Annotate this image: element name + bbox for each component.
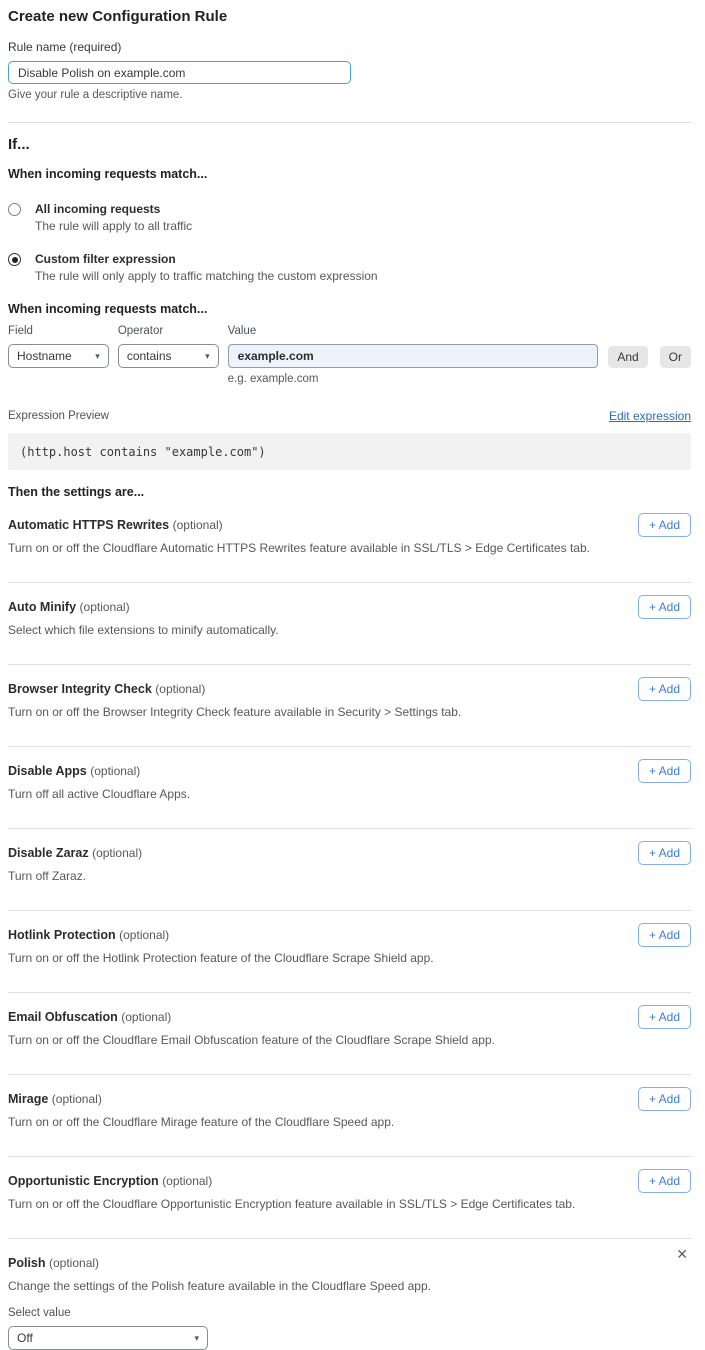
setting-description: Turn on or off the Cloudflare Mirage fea… <box>8 1115 691 1129</box>
add-setting-button[interactable]: + Add <box>638 923 691 947</box>
rule-name-help: Give your rule a descriptive name. <box>8 89 691 101</box>
operator-select-value: contains <box>127 349 172 363</box>
polish-select-value: Off <box>17 1331 33 1345</box>
or-button[interactable]: Or <box>660 346 691 368</box>
setting-description: Change the settings of the Polish featur… <box>8 1279 691 1293</box>
add-setting-button[interactable]: + Add <box>638 1005 691 1029</box>
operator-label: Operator <box>118 325 219 337</box>
setting-optional-label: (optional) <box>173 518 223 532</box>
rule-name-label: Rule name (required) <box>8 40 691 54</box>
add-setting-button[interactable]: + Add <box>638 1087 691 1111</box>
radio-all-incoming-requests[interactable]: All incoming requests The rule will appl… <box>8 202 691 233</box>
setting-title: Disable Zaraz <box>8 846 89 860</box>
radio-custom-filter-expression[interactable]: Custom filter expression The rule will o… <box>8 252 691 283</box>
setting-description: Turn on or off the Cloudflare Email Obfu… <box>8 1033 691 1047</box>
add-setting-button[interactable]: + Add <box>638 841 691 865</box>
setting-section: Email Obfuscation (optional) Turn on or … <box>8 993 691 1075</box>
value-input[interactable] <box>228 344 599 368</box>
add-setting-button[interactable]: + Add <box>638 1169 691 1193</box>
setting-optional-label: (optional) <box>119 928 169 942</box>
field-label: Field <box>8 325 109 337</box>
radio-description: The rule will apply to all traffic <box>35 219 192 233</box>
add-setting-button[interactable]: + Add <box>638 513 691 537</box>
field-select-value: Hostname <box>17 349 72 363</box>
setting-title: Automatic HTTPS Rewrites <box>8 518 169 532</box>
page-title: Create new Configuration Rule <box>8 8 691 25</box>
setting-title: Disable Apps <box>8 764 87 778</box>
setting-section: Opportunistic Encryption (optional) Turn… <box>8 1157 691 1239</box>
setting-optional-label: (optional) <box>162 1174 212 1188</box>
add-setting-button[interactable]: + Add <box>638 595 691 619</box>
setting-description: Turn on or off the Cloudflare Automatic … <box>8 541 691 555</box>
setting-title: Mirage <box>8 1092 48 1106</box>
setting-title: Opportunistic Encryption <box>8 1174 159 1188</box>
setting-title: Auto Minify <box>8 600 76 614</box>
setting-optional-label: (optional) <box>90 764 140 778</box>
match-heading: When incoming requests match... <box>8 167 691 181</box>
radio-label: Custom filter expression <box>35 252 378 266</box>
radio-label: All incoming requests <box>35 202 192 216</box>
setting-description: Select which file extensions to minify a… <box>8 623 691 637</box>
add-setting-button[interactable]: + Add <box>638 677 691 701</box>
setting-description: Turn on or off the Cloudflare Opportunis… <box>8 1197 691 1211</box>
request-match-radio-group: All incoming requests The rule will appl… <box>8 202 691 283</box>
setting-section-polish: ✕ Polish (optional) Change the settings … <box>8 1239 691 1350</box>
setting-section: Hotlink Protection (optional) Turn on or… <box>8 911 691 993</box>
field-select[interactable]: Hostname ▾ <box>8 344 109 368</box>
expression-preview-label: Expression Preview <box>8 410 109 422</box>
setting-description: Turn on or off the Hotlink Protection fe… <box>8 951 691 965</box>
value-help: e.g. example.com <box>228 373 599 385</box>
setting-title: Email Obfuscation <box>8 1010 118 1024</box>
chevron-down-icon: ▾ <box>194 1333 199 1344</box>
expression-builder: Field Hostname ▾ Operator contains ▾ Val… <box>8 325 691 385</box>
setting-section: Browser Integrity Check (optional) Turn … <box>8 665 691 747</box>
radio-icon[interactable] <box>8 253 21 266</box>
chevron-down-icon: ▾ <box>205 351 210 362</box>
setting-description: Turn off Zaraz. <box>8 869 691 883</box>
setting-description: Turn on or off the Browser Integrity Che… <box>8 705 691 719</box>
setting-title: Polish <box>8 1256 46 1270</box>
add-setting-button[interactable]: + Add <box>638 759 691 783</box>
then-settings-heading: Then the settings are... <box>8 485 691 499</box>
settings-list: Automatic HTTPS Rewrites (optional) Turn… <box>8 501 691 1239</box>
setting-optional-label: (optional) <box>121 1010 171 1024</box>
builder-heading: When incoming requests match... <box>8 302 691 316</box>
operator-select[interactable]: contains ▾ <box>118 344 219 368</box>
setting-section: Auto Minify (optional) Select which file… <box>8 583 691 665</box>
setting-title: Browser Integrity Check <box>8 682 152 696</box>
radio-description: The rule will only apply to traffic matc… <box>35 269 378 283</box>
rule-name-input[interactable] <box>8 61 351 84</box>
value-label: Value <box>228 325 599 337</box>
expression-preview-code: (http.host contains "example.com") <box>8 433 691 470</box>
setting-optional-label: (optional) <box>52 1092 102 1106</box>
setting-section: Disable Zaraz (optional) Turn off Zaraz.… <box>8 829 691 911</box>
expression-preview-header: Expression Preview Edit expression <box>8 409 691 423</box>
if-heading: If... <box>8 136 691 153</box>
configuration-rule-form: Create new Configuration Rule Rule name … <box>0 0 705 1350</box>
close-icon[interactable]: ✕ <box>676 1247 688 1261</box>
and-button[interactable]: And <box>608 346 647 368</box>
setting-optional-label: (optional) <box>155 682 205 696</box>
setting-section: Mirage (optional) Turn on or off the Clo… <box>8 1075 691 1157</box>
setting-title: Hotlink Protection <box>8 928 116 942</box>
polish-value-select[interactable]: Off ▾ <box>8 1326 208 1350</box>
section-divider <box>8 122 691 123</box>
select-value-label: Select value <box>8 1307 691 1319</box>
setting-section: Automatic HTTPS Rewrites (optional) Turn… <box>8 501 691 583</box>
setting-description: Turn off all active Cloudflare Apps. <box>8 787 691 801</box>
radio-icon[interactable] <box>8 203 21 216</box>
setting-optional-label: (optional) <box>92 846 142 860</box>
setting-section: Disable Apps (optional) Turn off all act… <box>8 747 691 829</box>
edit-expression-link[interactable]: Edit expression <box>609 409 691 423</box>
setting-optional-label: (optional) <box>80 600 130 614</box>
chevron-down-icon: ▾ <box>95 351 100 362</box>
setting-optional-label: (optional) <box>49 1256 99 1270</box>
